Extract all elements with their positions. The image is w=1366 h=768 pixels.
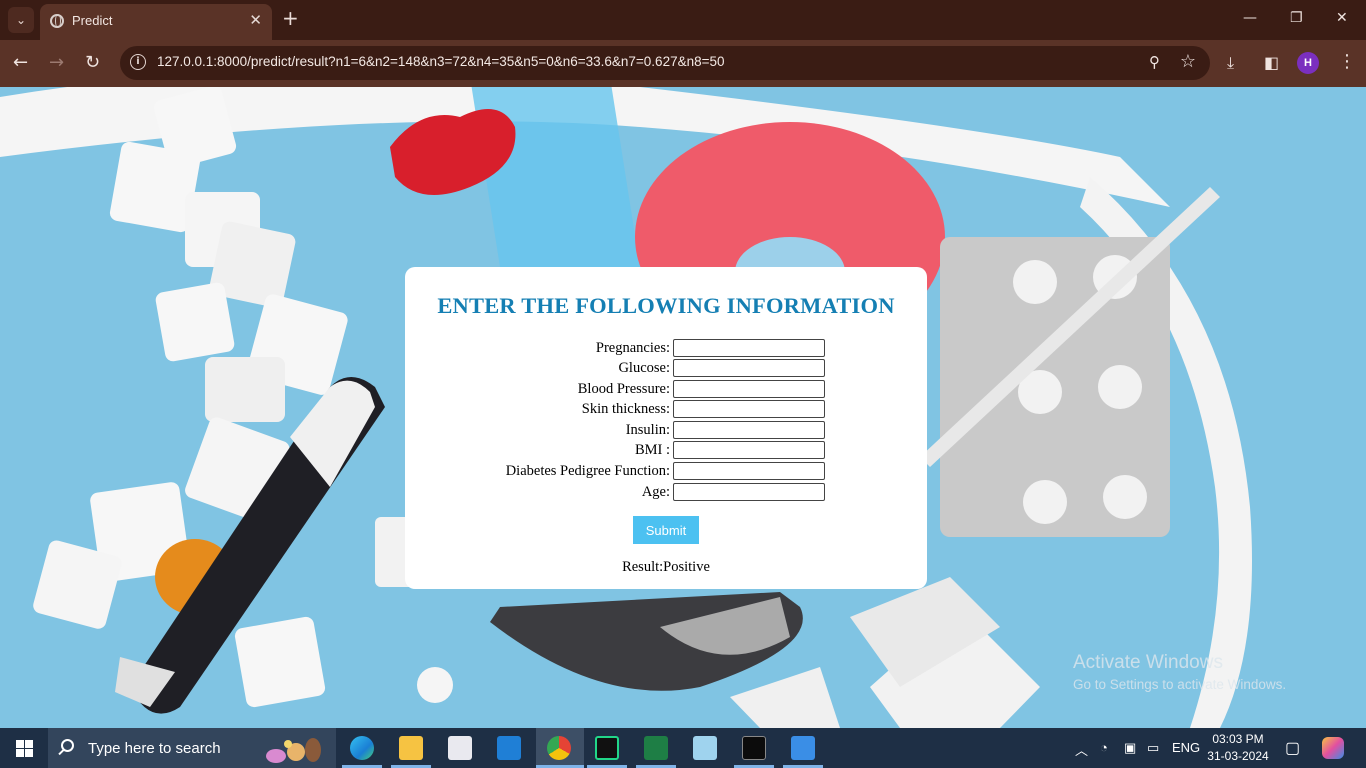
tab-search-chevron-icon[interactable]: ⌄ — [8, 7, 34, 33]
blood-pressure-label: Blood Pressure: — [577, 381, 670, 397]
field-bmi: BMI : — [405, 441, 927, 461]
browser-toolbar: ← → ↻ i 127.0.0.1:8000/predict/result?n1… — [0, 40, 1366, 87]
new-tab-plus-icon[interactable]: + — [282, 7, 299, 29]
side-panel-icon[interactable]: ◧ — [1264, 53, 1279, 72]
search-icon — [61, 739, 74, 752]
download-icon[interactable]: ⤓ — [1227, 53, 1234, 73]
clock-time: 03:03 PM — [1212, 732, 1264, 746]
tab-close-icon[interactable]: ✕ — [249, 11, 262, 29]
clock-date: 31-03-2024 — [1207, 749, 1269, 763]
field-pregnancies: Pregnancies: — [405, 339, 927, 359]
profile-avatar[interactable]: H — [1297, 52, 1319, 74]
skin-thickness-input[interactable] — [673, 400, 825, 418]
pregnancies-input[interactable] — [673, 339, 825, 357]
reload-icon[interactable]: ↻ — [85, 52, 100, 74]
taskbar-search-box[interactable]: Type here to search — [48, 728, 336, 768]
insulin-label: Insulin: — [625, 422, 670, 438]
field-blood-pressure: Blood Pressure: — [405, 380, 927, 400]
zoom-magnifier-icon[interactable]: ⚲ — [1149, 53, 1160, 71]
bmi-input[interactable] — [673, 441, 825, 459]
battery-icon[interactable]: ▭ — [1147, 740, 1159, 756]
result-label: Result: — [622, 559, 664, 575]
globe-icon — [50, 14, 64, 28]
pycharm-icon[interactable] — [595, 736, 619, 760]
terminal-icon[interactable] — [742, 736, 766, 760]
age-label: Age: — [641, 484, 670, 500]
diabetes-pedigree-input[interactable] — [673, 462, 825, 480]
bmi-label: BMI : — [634, 442, 670, 458]
wifi-icon[interactable]: ◔ — [1100, 740, 1108, 755]
browser-tab-strip: ⌄ Predict ✕ + — ❐ ✕ — [0, 0, 1366, 40]
tray-chevron-up-icon[interactable]: ︿ — [1075, 740, 1088, 759]
pregnancies-label: Pregnancies: — [595, 340, 670, 356]
windows-start-icon[interactable] — [16, 740, 33, 757]
mail-icon[interactable] — [497, 736, 521, 760]
skin-thickness-label: Skin thickness: — [581, 401, 670, 417]
field-age: Age: — [405, 483, 927, 503]
activate-windows-subtitle: Go to Settings to activate Windows. — [1073, 677, 1287, 692]
page-viewport: ENTER THE FOLLOWING INFORMATION Pregnanc… — [0, 87, 1366, 728]
field-skin-thickness: Skin thickness: — [405, 400, 927, 420]
camera-icon[interactable]: ▣ — [1124, 740, 1136, 756]
windows-taskbar: Type here to search ︿ ◔ ▣ ▭ ENG 03:03 PM… — [0, 728, 1366, 768]
snipping-tool-icon[interactable] — [693, 736, 717, 760]
file-explorer-icon[interactable] — [399, 736, 423, 760]
kebab-menu-icon[interactable]: ⋮ — [1338, 52, 1356, 72]
search-highlight-illustration-icon — [266, 738, 321, 763]
search-placeholder[interactable]: Type here to search — [88, 740, 221, 757]
url-text[interactable]: 127.0.0.1:8000/predict/result?n1=6&n2=14… — [157, 54, 725, 69]
field-insulin: Insulin: — [405, 421, 927, 441]
form-heading: ENTER THE FOLLOWING INFORMATION — [437, 293, 895, 318]
window-close-icon[interactable]: ✕ — [1336, 10, 1348, 26]
age-input[interactable] — [673, 483, 825, 501]
glucose-label: Glucose: — [618, 360, 670, 376]
forward-arrow-icon[interactable]: → — [49, 52, 64, 74]
site-info-icon[interactable]: i — [130, 54, 146, 70]
result-line: Result:Positive — [405, 559, 927, 576]
prediction-form-card: ENTER THE FOLLOWING INFORMATION Pregnanc… — [405, 267, 927, 589]
excel-icon[interactable] — [644, 736, 668, 760]
minimize-icon[interactable]: — — [1243, 10, 1257, 26]
chrome-icon[interactable] — [547, 736, 571, 760]
field-glucose: Glucose: — [405, 359, 927, 379]
copilot-icon[interactable] — [1322, 737, 1344, 759]
restore-icon[interactable]: ❐ — [1290, 10, 1303, 26]
tab-title: Predict — [72, 13, 113, 28]
diabetes-pedigree-label: Diabetes Pedigree Function: — [505, 463, 670, 479]
taskbar-clock[interactable]: 03:03 PM 31-03-2024 — [1202, 731, 1274, 765]
submit-button[interactable]: Submit — [633, 516, 699, 544]
glucose-input[interactable] — [673, 359, 825, 377]
language-indicator[interactable]: ENG — [1172, 740, 1200, 755]
bookmark-star-icon[interactable]: ☆ — [1180, 51, 1196, 72]
microsoft-store-icon[interactable] — [448, 736, 472, 760]
back-arrow-icon[interactable]: ← — [13, 52, 28, 74]
edge-browser-icon[interactable] — [350, 736, 374, 760]
field-diabetes-pedigree: Diabetes Pedigree Function: — [405, 462, 927, 482]
result-value: Positive — [663, 559, 710, 575]
insulin-input[interactable] — [673, 421, 825, 439]
activate-windows-title: Activate Windows — [1073, 652, 1223, 673]
address-bar[interactable]: i 127.0.0.1:8000/predict/result?n1=6&n2=… — [120, 46, 1210, 80]
blood-pressure-input[interactable] — [673, 380, 825, 398]
browser-tab-predict[interactable]: Predict ✕ — [40, 4, 272, 40]
notifications-icon[interactable]: ▢ — [1285, 738, 1300, 758]
photos-icon[interactable] — [791, 736, 815, 760]
